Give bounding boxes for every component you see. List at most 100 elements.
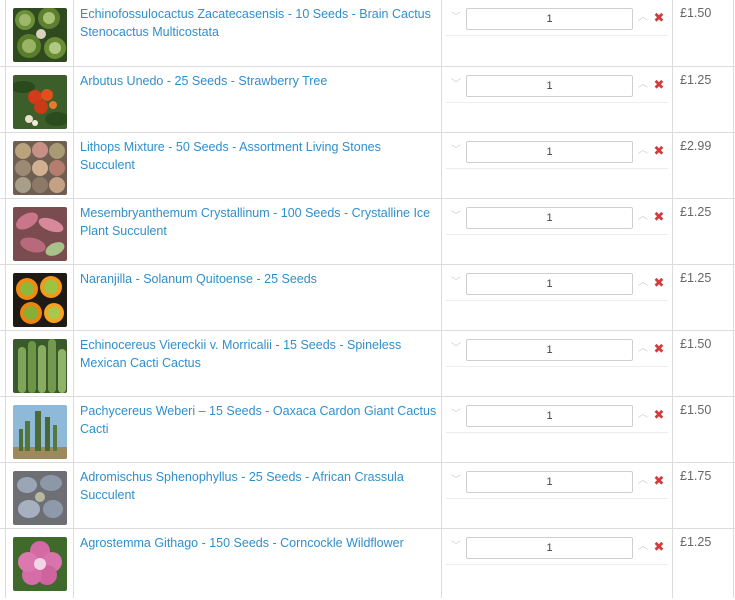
quantity-control: ﹀ ︿ ✖ [446,537,668,565]
item-price: £1.25 [680,73,712,87]
product-image[interactable] [13,141,67,195]
product-image[interactable] [13,339,67,393]
column-divider [5,265,6,330]
product-title-line: Succulent [80,487,135,502]
column-divider [73,199,74,264]
product-title-link[interactable]: Mesembryanthemum Crystallinum - 100 Seed… [80,205,438,240]
remove-item-icon[interactable]: ✖ [653,210,665,223]
product-image[interactable] [13,405,67,459]
product-title-link[interactable]: Echinocereus Viereckii v. Morricalii - 1… [80,337,438,372]
chevron-up-icon[interactable]: ︿ [637,409,649,421]
chevron-up-icon[interactable]: ︿ [637,12,649,24]
chevron-down-icon[interactable]: ﹀ [450,541,462,553]
product-title-link[interactable]: Naranjilla - Solanum Quitoense - 25 Seed… [80,271,438,289]
product-title-line: Agrostemma Githago - 150 Seeds - Corncoc… [80,536,404,550]
product-title-link[interactable]: Lithops Mixture - 50 Seeds - Assortment … [80,139,438,174]
column-divider [73,67,74,132]
column-divider [733,133,734,198]
quantity-input[interactable] [466,207,633,229]
divider [446,168,668,169]
remove-item-icon[interactable]: ✖ [653,342,665,355]
chevron-down-icon[interactable]: ﹀ [450,211,462,223]
column-divider [441,529,442,598]
column-divider [733,265,734,330]
quantity-input[interactable] [466,471,633,493]
column-divider [733,199,734,264]
column-divider [441,463,442,528]
product-image[interactable] [13,207,67,261]
product-title-link[interactable]: Adromischus Sphenophyllus - 25 Seeds - A… [80,469,438,504]
remove-item-icon[interactable]: ✖ [653,78,665,91]
column-divider [672,265,673,330]
chevron-down-icon[interactable]: ﹀ [450,145,462,157]
product-title-line: Adromischus Sphenophyllus - 25 Seeds - A… [80,470,404,484]
chevron-up-icon[interactable]: ︿ [637,211,649,223]
table-row: Naranjilla - Solanum Quitoense - 25 Seed… [0,264,735,330]
column-divider [733,529,734,598]
product-title-line: Echinocereus Viereckii v. Morricalii - 1… [80,338,402,352]
divider [446,366,668,367]
divider [446,102,668,103]
chevron-up-icon[interactable]: ︿ [637,475,649,487]
column-divider [441,67,442,132]
quantity-input[interactable] [466,273,633,295]
quantity-control: ﹀ ︿ ✖ [446,75,668,103]
chevron-down-icon[interactable]: ﹀ [450,12,462,24]
column-divider [672,133,673,198]
product-title-link[interactable]: Echinofossulocactus Zacatecasensis - 10 … [80,6,438,41]
product-title-link[interactable]: Pachycereus Weberi – 15 Seeds - Oaxaca C… [80,403,438,438]
column-divider [672,199,673,264]
column-divider [73,0,74,66]
product-title-line: Succulent [80,157,135,172]
product-title-link[interactable]: Agrostemma Githago - 150 Seeds - Corncoc… [80,535,438,553]
chevron-down-icon[interactable]: ﹀ [450,475,462,487]
product-image[interactable] [13,8,67,62]
column-divider [73,331,74,396]
quantity-input[interactable] [466,405,633,427]
product-image[interactable] [13,471,67,525]
quantity-input[interactable] [466,537,633,559]
product-image[interactable] [13,273,67,327]
column-divider [5,199,6,264]
chevron-down-icon[interactable]: ﹀ [450,79,462,91]
remove-item-icon[interactable]: ✖ [653,144,665,157]
column-divider [733,463,734,528]
remove-item-icon[interactable]: ✖ [653,540,665,553]
product-title-line: Pachycereus Weberi – 15 Seeds - Oaxaca C… [80,404,437,418]
column-divider [672,67,673,132]
chevron-up-icon[interactable]: ︿ [637,541,649,553]
column-divider [5,67,6,132]
quantity-input[interactable] [466,339,633,361]
table-row: Agrostemma Githago - 150 Seeds - Corncoc… [0,528,735,598]
column-divider [5,397,6,462]
table-row: Lithops Mixture - 50 Seeds - Assortment … [0,132,735,198]
product-title-line: Lithops Mixture - 50 Seeds - Assortment … [80,140,381,154]
product-image[interactable] [13,75,67,129]
quantity-input[interactable] [466,8,633,30]
quantity-input[interactable] [466,75,633,97]
column-divider [5,133,6,198]
column-divider [73,463,74,528]
chevron-up-icon[interactable]: ︿ [637,145,649,157]
column-divider [441,199,442,264]
remove-item-icon[interactable]: ✖ [653,474,665,487]
divider [446,564,668,565]
column-divider [672,331,673,396]
column-divider [73,397,74,462]
chevron-down-icon[interactable]: ﹀ [450,343,462,355]
product-title-link[interactable]: Arbutus Unedo - 25 Seeds - Strawberry Tr… [80,73,438,91]
column-divider [733,397,734,462]
chevron-down-icon[interactable]: ﹀ [450,409,462,421]
chevron-up-icon[interactable]: ︿ [637,79,649,91]
product-title-line: Stenocactus Multicostata [80,24,219,39]
chevron-up-icon[interactable]: ︿ [637,277,649,289]
quantity-input[interactable] [466,141,633,163]
column-divider [441,0,442,66]
remove-item-icon[interactable]: ✖ [653,408,665,421]
remove-item-icon[interactable]: ✖ [653,276,665,289]
chevron-down-icon[interactable]: ﹀ [450,277,462,289]
remove-item-icon[interactable]: ✖ [653,11,665,24]
item-price: £2.99 [680,139,712,153]
product-image[interactable] [13,537,67,591]
chevron-up-icon[interactable]: ︿ [637,343,649,355]
